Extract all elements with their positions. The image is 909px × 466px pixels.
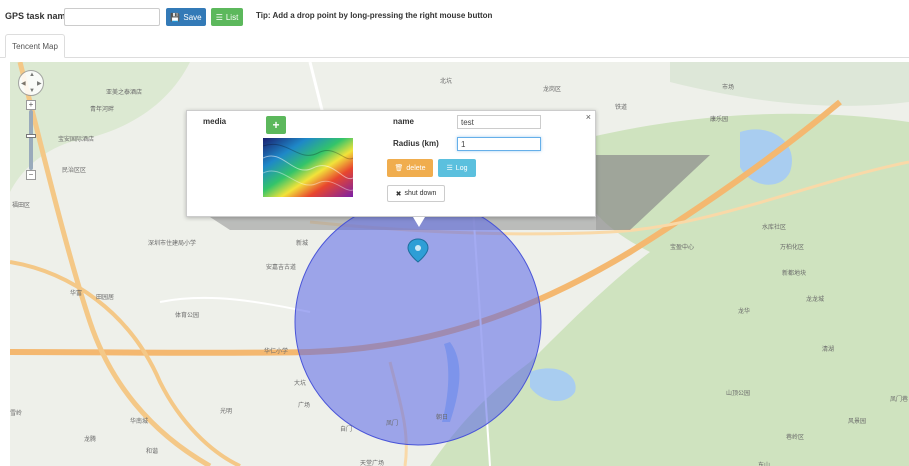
shutdown-button-label: shut down [404,190,437,197]
map-label: 宝盈中心 [670,245,695,251]
map-label: 龙龙城 [806,297,825,303]
toolbar: GPS task name 💾 Save ☰ List Tip: Add a d… [0,0,909,34]
map-label: 凤门巷 [890,397,909,403]
zoom-slider[interactable] [26,110,36,170]
radius-circle [294,198,542,446]
map-label: 民治区区 [62,168,87,174]
pan-right-icon[interactable]: ▶ [37,80,42,87]
map-label: 深圳市住建局小学 [148,241,197,247]
highway-sw [10,260,241,466]
map-label: 龙岗区 [543,87,562,93]
task-name-input[interactable] [64,8,160,26]
pan-up-icon[interactable]: ▲ [29,72,35,78]
media-thumbnail[interactable] [263,138,353,197]
zoom-out-button[interactable]: − [26,170,36,180]
map-label: 雪岭 [10,411,23,417]
media-label: media [203,117,227,126]
delete-button-label: delete [406,164,426,172]
log-button[interactable]: ☰ Log [438,159,476,177]
list-button-label: List [225,12,239,22]
map-label: 凤门 [386,421,399,427]
pan-control[interactable]: ▲ ▼ ◀ ▶ [18,70,44,96]
close-x-icon: ✖ [395,190,402,198]
map-label: 东山 [758,463,771,466]
map-label: 龙腾 [84,437,97,443]
map-label: 巷岭区 [786,435,805,441]
save-button[interactable]: 💾 Save [166,8,206,26]
save-icon: 💾 [170,12,181,22]
map-label: 康乐园 [710,117,729,123]
trash-icon: 🗑 [394,165,404,172]
map-label: 田园居 [96,295,115,301]
pan-left-icon[interactable]: ◀ [21,80,26,87]
tip-text: Tip: Add a drop point by long-pressing t… [256,11,493,20]
tab-label: Tencent Map [12,41,58,51]
map-label: 新城 [296,241,309,247]
map-label: 北坑 [440,79,453,85]
delete-button[interactable]: 🗑 delete [387,159,433,177]
radius-input[interactable] [457,137,541,151]
map-label: 万柏化区 [780,245,805,251]
map-label: 体育公园 [175,313,200,319]
name-input[interactable] [457,115,541,129]
zoom-slider-thumb[interactable] [26,134,36,138]
map-label: 华富 [70,291,83,297]
map-label: 福田区 [12,203,31,209]
zoom-control: ▲ ▼ ◀ ▶ + − [18,70,46,180]
map-label: 广场 [298,403,311,409]
map-label: 华仁小学 [264,349,289,355]
log-button-label: Log [455,164,468,172]
map-label: 宝安国际酒店 [58,137,95,143]
tab-tencent-map[interactable]: Tencent Map [5,34,65,58]
list-icon: ☰ [215,12,223,22]
list-icon: ☰ [446,165,453,172]
name-label: name [393,117,414,126]
plus-icon: + [272,118,280,132]
green-area-ne [670,62,909,106]
close-icon[interactable]: × [586,112,591,122]
map-label: 青年河畔 [90,107,115,113]
radius-label: Radius (km) [393,139,439,148]
shutdown-button[interactable]: ✖ shut down [387,185,445,202]
map-label: 朝日 [436,415,449,421]
map-label: 光明 [220,409,233,415]
map-label: 安嘉吉古道 [266,265,297,271]
map-label: 风景园 [848,419,867,425]
add-media-button[interactable]: + [266,116,286,134]
map-label: 水库社区 [762,225,787,231]
map-label: 龙华 [738,309,751,315]
map-label: 大坑 [294,381,307,387]
map-label: 和谐 [146,449,159,455]
map-label: 铁道 [615,105,628,111]
zoom-in-button[interactable]: + [26,100,36,110]
map-label: 新都地块 [782,271,807,277]
list-button[interactable]: ☰ List [211,8,243,26]
drop-point-info-window: × media + name Radius (km) 🗑 delete ☰ Lo… [186,110,596,227]
info-window-pointer [413,217,425,227]
tab-bar: Tencent Map [0,34,909,58]
map-label: 清湖 [822,347,835,353]
map-label: 亚美之泰酒店 [106,90,143,96]
task-name-label: GPS task name [5,11,71,21]
map-label: 山顶公园 [726,391,751,397]
map-label: 自门 [340,427,353,433]
map-label: 华南城 [130,419,149,425]
save-button-label: Save [183,12,202,22]
pan-down-icon[interactable]: ▼ [29,88,35,94]
map-label: 市场 [722,85,735,91]
map-label: 天堂广场 [360,461,385,466]
